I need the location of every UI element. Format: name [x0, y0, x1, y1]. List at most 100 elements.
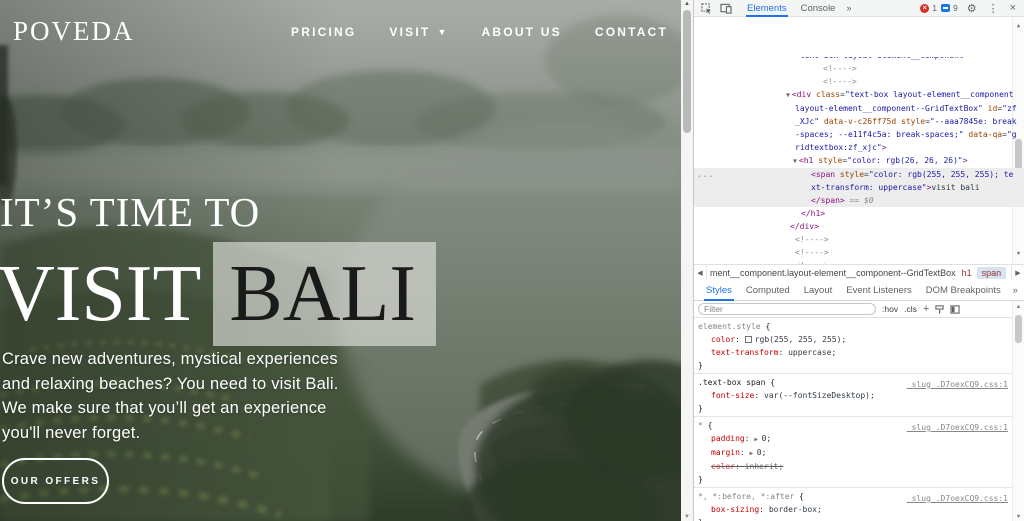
scroll-up-icon[interactable]: ▲ — [681, 1, 693, 7]
style-property[interactable]: margin: ▶ 0; — [694, 446, 1012, 460]
site-logo[interactable]: POVEDA — [13, 16, 135, 47]
styles-filter-input[interactable] — [698, 303, 876, 315]
new-style-rule-icon[interactable]: + — [923, 304, 929, 315]
hero-subheading: IT’S TIME TO — [0, 189, 261, 235]
style-rule[interactable]: * {_slug_.D7oexCQ9.css:1 padding: ▶ 0; mar… — [694, 417, 1012, 488]
styles-tab-event-listeners[interactable]: Event Listeners — [840, 280, 917, 301]
code-token: <h1 — [798, 156, 814, 165]
tree-line[interactable]: </h1> — [694, 207, 1024, 220]
stylesheet-source-link[interactable]: _slug_.D7oexCQ9.css:1 — [907, 492, 1008, 505]
code-token: style — [839, 170, 865, 179]
tree-line[interactable]: </span> == $0 — [694, 194, 1024, 207]
tree-line[interactable]: xt-transform: uppercase">visit bali — [694, 181, 1024, 194]
breadcrumb-path[interactable]: ment__component.layout-element__componen… — [710, 268, 956, 278]
rule-selector: *:after — [760, 492, 795, 501]
tree-line[interactable]: -spaces; --e11f4c5a: break-spaces;" data… — [694, 128, 1024, 141]
tree-line[interactable]: layout-element__component--GridTextBox" … — [694, 102, 1024, 115]
nav-item-visit[interactable]: VISIT ▼ — [389, 25, 448, 39]
tree-line[interactable]: ... <span style="color: rgb(255, 255, 255… — [694, 168, 1024, 181]
tree-line[interactable]: </div> — [694, 220, 1024, 233]
style-rule[interactable]: .text-box span {_slug_.D7oexCQ9.css:1 fon… — [694, 374, 1012, 417]
rule-selector: , — [751, 492, 761, 501]
open-brace: { — [765, 378, 776, 387]
breadcrumb-h1[interactable]: h1 — [962, 268, 972, 278]
tree-line[interactable]: ridtextbox:zf_xjc"> — [694, 141, 1024, 154]
breadcrumb-span-selected[interactable]: span — [976, 266, 1007, 279]
styles-tab-layout[interactable]: Layout — [798, 280, 839, 301]
breadcrumb: ◀ ment__component.layout-element__compon… — [694, 264, 1024, 280]
scroll-up-icon[interactable]: ▲ — [1013, 20, 1024, 33]
styles-scrollbar-thumb[interactable] — [1015, 315, 1022, 343]
nav-item-about-us[interactable]: ABOUT US — [482, 25, 562, 39]
styles-scrollbar[interactable]: ▲ ▼ — [1012, 301, 1024, 521]
tree-line[interactable]: ▼ <div class="text-box layout-element__co… — [694, 88, 1024, 102]
tree-line[interactable]: <!----> — [694, 259, 1024, 264]
more-tabs-icon[interactable]: » — [842, 3, 855, 13]
styles-tab-styles[interactable]: Styles — [700, 280, 738, 301]
error-badge[interactable]: × 1 — [920, 3, 937, 13]
code-token: <!----> — [795, 235, 829, 244]
tab-elements[interactable]: Elements — [740, 0, 794, 17]
close-brace: } — [698, 404, 703, 413]
color-swatch[interactable] — [744, 336, 752, 343]
toggle-element-classes[interactable]: .cls — [904, 304, 917, 314]
tree-line[interactable]: <!----> — [694, 75, 1024, 88]
expand-shorthand-icon[interactable]: ▶ — [754, 436, 761, 443]
stylesheet-source-link[interactable]: _slug_.D7oexCQ9.css:1 — [907, 421, 1008, 434]
breadcrumb-right-arrow-icon[interactable]: ▶ — [1011, 265, 1024, 280]
close-devtools-icon[interactable]: × — [1005, 2, 1019, 14]
more-styles-tabs-icon[interactable]: » — [1009, 285, 1022, 295]
error-count: 1 — [932, 3, 937, 13]
toggle-hover-state[interactable]: :hov — [882, 304, 898, 314]
page-scrollbar-thumb[interactable] — [683, 10, 691, 133]
tree-line[interactable]: <!----> — [694, 246, 1024, 259]
kebab-menu-icon[interactable]: ⋮ — [986, 2, 1001, 15]
styles-tab-dom-breakpoints[interactable]: DOM Breakpoints — [920, 280, 1007, 301]
breadcrumb-left-arrow-icon[interactable]: ◀ — [694, 265, 707, 280]
tab-console[interactable]: Console — [794, 0, 843, 17]
style-property[interactable]: text-transform: uppercase; — [694, 346, 1012, 359]
settings-gear-icon[interactable]: ⚙ — [962, 2, 982, 15]
node-actions-icon[interactable]: ... — [697, 168, 714, 181]
code-token: ridtextbox:zf_xjc" — [795, 143, 882, 152]
code-token: <!----> — [823, 64, 857, 73]
code-token: <!----> — [795, 248, 829, 257]
scroll-down-icon[interactable]: ▼ — [681, 514, 693, 520]
expand-shorthand-icon[interactable]: ▶ — [750, 450, 757, 457]
scroll-up-icon[interactable]: ▲ — [1013, 304, 1024, 310]
nav-label: ABOUT US — [481, 25, 562, 39]
style-rule[interactable]: *, *:before, *:after {_slug_.D7oexCQ9.cs… — [694, 488, 1012, 521]
open-brace: { — [794, 492, 804, 501]
our-offers-button[interactable]: OUR OFFERS — [2, 458, 109, 504]
styles-tab-computed[interactable]: Computed — [740, 280, 796, 301]
code-token: "text-box layout-element__component — [844, 90, 1014, 99]
page-scrollbar[interactable]: ▲ ▼ — [681, 0, 693, 521]
style-property[interactable]: color: rgb(255, 255, 255); — [694, 333, 1012, 346]
tree-line[interactable]: _XJc" data-v-c26ff75d style="--aaa7845e:… — [694, 115, 1024, 128]
stylesheet-source-link[interactable]: _slug_.D7oexCQ9.css:1 — [907, 378, 1008, 391]
device-toolbar-icon[interactable] — [719, 2, 732, 14]
style-property[interactable]: padding: ▶ 0; — [694, 432, 1012, 446]
code-token: layout-element__component--GridTextBox" — [795, 104, 983, 113]
tree-line[interactable]: <!----> — [694, 233, 1024, 246]
code-token: </div> — [790, 222, 819, 231]
issues-badge[interactable]: 9 — [940, 3, 958, 13]
code-token: "--aaa7845e: break — [929, 117, 1017, 126]
main-nav: PRICING VISIT ▼ ABOUT US CONTACT — [291, 25, 668, 39]
code-token: "color: rgb(26, 26, 26)" — [847, 156, 963, 165]
style-property[interactable]: color: inherit; — [694, 460, 1012, 473]
nav-item-pricing[interactable]: PRICING — [291, 25, 356, 39]
rendering-emulation-icon[interactable] — [935, 304, 944, 314]
nav-label: VISIT — [389, 25, 431, 39]
close-brace: } — [698, 475, 703, 484]
tree-line[interactable]: <!----> — [694, 62, 1024, 75]
code-token: == $0 — [844, 196, 874, 205]
devtools-panel: Elements Console » × 1 9 ⚙ ⋮ × ▲ ▼ <!---… — [693, 0, 1024, 521]
code-token: <span — [811, 170, 836, 179]
style-rule[interactable]: element.style {color: rgb(255, 255, 255)… — [694, 318, 1012, 374]
nav-item-contact[interactable]: CONTACT — [595, 25, 668, 39]
inspect-element-icon[interactable] — [700, 2, 713, 14]
computed-sidebar-toggle-icon[interactable] — [950, 304, 960, 314]
scroll-down-icon[interactable]: ▼ — [1013, 514, 1024, 520]
tree-line[interactable]: ▼ <h1 style="color: rgb(26, 26, 26)"> — [694, 154, 1024, 168]
